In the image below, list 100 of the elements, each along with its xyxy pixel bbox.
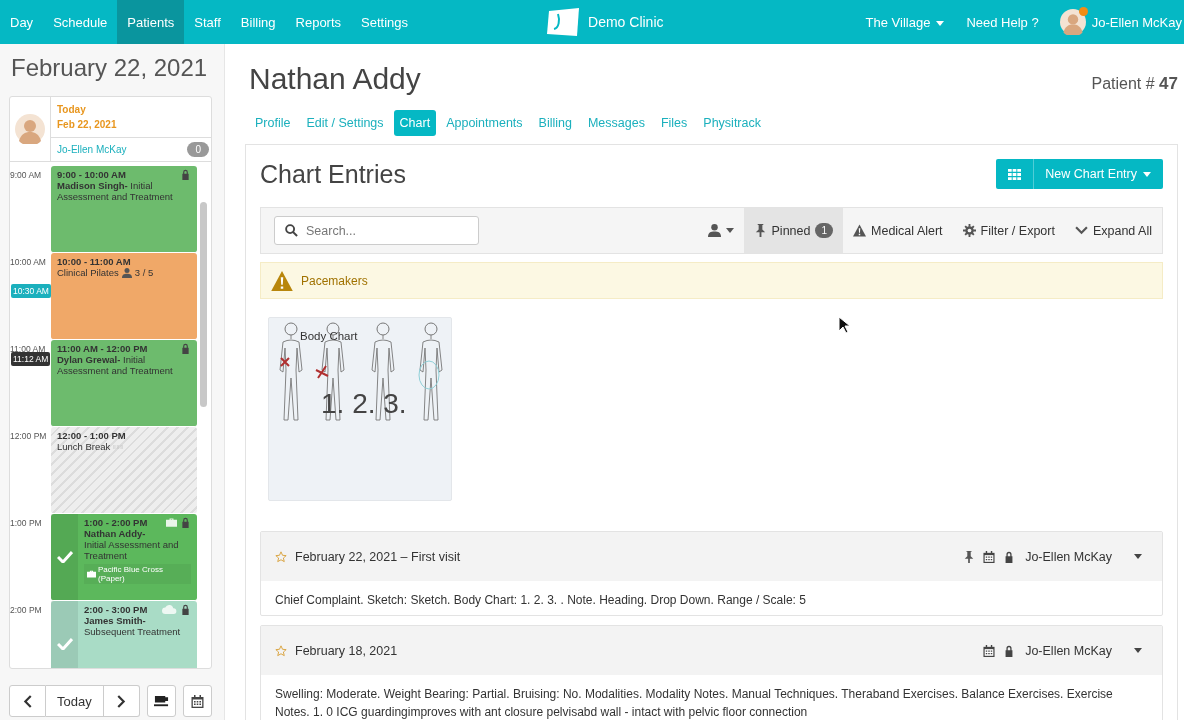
class-block[interactable]: 10:00 - 11:00 AM Clinical Pilates 3 / 5 [51, 253, 197, 340]
staff-name[interactable]: Jo-Ellen McKay [57, 144, 127, 155]
dropdown-button[interactable] [1134, 554, 1142, 559]
time-label: 12:00 PM [10, 431, 47, 441]
caret-icon [1134, 648, 1142, 653]
star-icon [275, 550, 287, 563]
nav-item[interactable]: Staff [184, 0, 231, 44]
location-dropdown[interactable]: The Village [854, 14, 956, 30]
new-chart-entry-button[interactable]: New Chart Entry [996, 159, 1163, 189]
nav-item[interactable]: Day [0, 0, 44, 44]
tab[interactable]: Profile [249, 110, 297, 136]
class-name: Clinical Pilates [57, 267, 119, 278]
warning-icon [853, 224, 867, 237]
person-icon [707, 224, 721, 237]
nav-item[interactable]: Reports [285, 0, 352, 44]
tab[interactable]: Files [654, 110, 694, 136]
count-badge: 1 [815, 223, 834, 238]
next-button[interactable] [103, 685, 140, 717]
nav-item[interactable]: Schedule [43, 0, 118, 44]
appointment-description: Madison Singh- Initial Assessment and Treatment [57, 180, 174, 202]
calendar-icon [189, 694, 205, 708]
scrollbar[interactable] [200, 202, 207, 407]
previous-button[interactable] [9, 685, 46, 717]
check-icon [56, 551, 73, 563]
nav-item[interactable]: Billing [230, 0, 286, 44]
person-icon [121, 267, 132, 278]
search-icon [285, 224, 298, 237]
capacity-count: 3 / 5 [134, 267, 154, 278]
caret-icon [936, 20, 945, 26]
patient-number: Patient # 47 [1091, 74, 1178, 94]
toolbar-button[interactable]: Filter / Export [952, 208, 1065, 253]
appointment-time: 2:00 - 3:00 PM [84, 604, 148, 615]
time-label: 9:00 AM [10, 170, 42, 180]
appointment-time: 9:00 - 10:00 AM [57, 169, 126, 180]
mouse-cursor-icon [838, 316, 850, 334]
break-label: Lunch Break [57, 441, 111, 452]
star-icon [275, 644, 287, 657]
appointment-description: Nathan Addy- Initial Assessment and Treatment [84, 528, 180, 561]
help-link[interactable]: Need Help ? [955, 14, 1050, 30]
caret-icon [1143, 171, 1151, 177]
briefcase-icon [87, 570, 96, 578]
avatar [1059, 9, 1086, 35]
appointment-description: Dylan Grewal- Initial Assessment and Treatment [57, 354, 174, 376]
warning-icon [271, 270, 293, 291]
tab[interactable]: Billing [532, 110, 578, 136]
caret-icon [1134, 554, 1142, 559]
patient-name: Nathan Addy [249, 62, 421, 96]
tab[interactable]: Messages [581, 110, 651, 136]
tab[interactable]: Edit / Settings [300, 110, 390, 136]
body-chart-label: Body Chart [300, 330, 358, 342]
tab[interactable]: Physitrack [697, 110, 767, 136]
entry-text: Chief Complaint. Sketch: Sketch. Body Chart: 1. 2. 3. . Note. Heading. Drop Down. Range / Scale: 5 [274, 592, 807, 609]
schedule-date: February 22, 2021 [11, 54, 209, 82]
appointment-block[interactable]: 2:00 - 3:00 PM James Smith- Subsequent Treatment [51, 601, 197, 668]
nav-item[interactable]: Settings [351, 0, 419, 44]
dropdown-button[interactable] [1134, 648, 1142, 653]
user-menu[interactable]: Jo-Ellen McKay [1085, 14, 1184, 30]
time-label: 2:00 PM [10, 605, 42, 615]
calendar-button[interactable] [182, 685, 212, 717]
grid-icon [1008, 167, 1022, 181]
tab[interactable]: Chart [393, 110, 437, 136]
entry-author: Jo-Ellen McKay [1025, 549, 1112, 564]
entry-text: Swelling: Moderate. Weight Bearing: Partial. Bruising: No. Modalities. Modality Notes. Manual Techniques. Theraband Exercises. Balance Exercises. Exercise Notes. 1. 0 ICG guardingimproves with ant closure pelvisabd wall - intact with pelvic floor connection [274, 686, 1114, 720]
gear-icon [962, 224, 976, 237]
count-badge: 0 [187, 142, 209, 157]
time-label: 10:00 AM [10, 257, 46, 267]
entry-title[interactable]: February 18, 2021 [295, 643, 398, 658]
section-title: Chart Entries [260, 159, 406, 189]
caret-icon [725, 228, 734, 233]
notification-dot [1078, 7, 1088, 16]
alert-text: Pacemakers [301, 273, 368, 288]
time-label: 11:00 AM [10, 344, 46, 354]
entry-author: Jo-Ellen McKay [1025, 643, 1112, 658]
today-button[interactable]: Today [46, 685, 104, 717]
tab[interactable]: Appointments [440, 110, 529, 136]
break-button[interactable] [146, 685, 176, 717]
nav-item[interactable]: Patients [117, 0, 185, 44]
appointment-block[interactable]: 9:00 - 10:00 AM Madison Singh- Initial Assessment and Treatment [51, 166, 197, 253]
insurance-tag: Pacific Blue Cross (Paper) [84, 564, 191, 584]
body-chart-card[interactable]: Body Chart 1. 2. 3. [268, 317, 452, 501]
toolbar-button[interactable]: Medical Alert [843, 208, 953, 253]
chevron-left-icon [21, 694, 34, 708]
appointment-time: 12:00 - 1:00 PM [57, 430, 127, 441]
search-field[interactable]: Search... [274, 216, 479, 245]
appointment-time: 11:00 AM - 12:00 PM [57, 343, 148, 354]
body-chart-text: 1. 2. 3. [321, 388, 407, 420]
appointment-time: 1:00 - 2:00 PM [84, 517, 148, 528]
time-label: 1:00 PM [10, 518, 42, 528]
pinned-button[interactable]: Pinned 1 [743, 208, 844, 253]
time-badge: 10:30 AM [11, 284, 51, 298]
avatar [15, 114, 45, 144]
check-icon [56, 638, 73, 650]
clinic-name: Demo Clinic [588, 14, 664, 30]
chevron-down-icon [1074, 224, 1088, 237]
appointment-block[interactable]: 1:00 - 2:00 PM Nathan Addy- Initial Assessment and Treatment Pacific Blue Cross (Paper) [51, 514, 197, 601]
appointment-time: 10:00 - 11:00 AM [57, 256, 131, 267]
calendar-icon [983, 644, 996, 657]
entry-title[interactable]: February 22, 2021 – First visit [295, 549, 461, 564]
toolbar-button[interactable]: Expand All [1064, 208, 1162, 253]
appointment-block[interactable]: 11:00 AM - 12:00 PM Dylan Grewal- Initial Assessment and Treatment [51, 340, 197, 427]
